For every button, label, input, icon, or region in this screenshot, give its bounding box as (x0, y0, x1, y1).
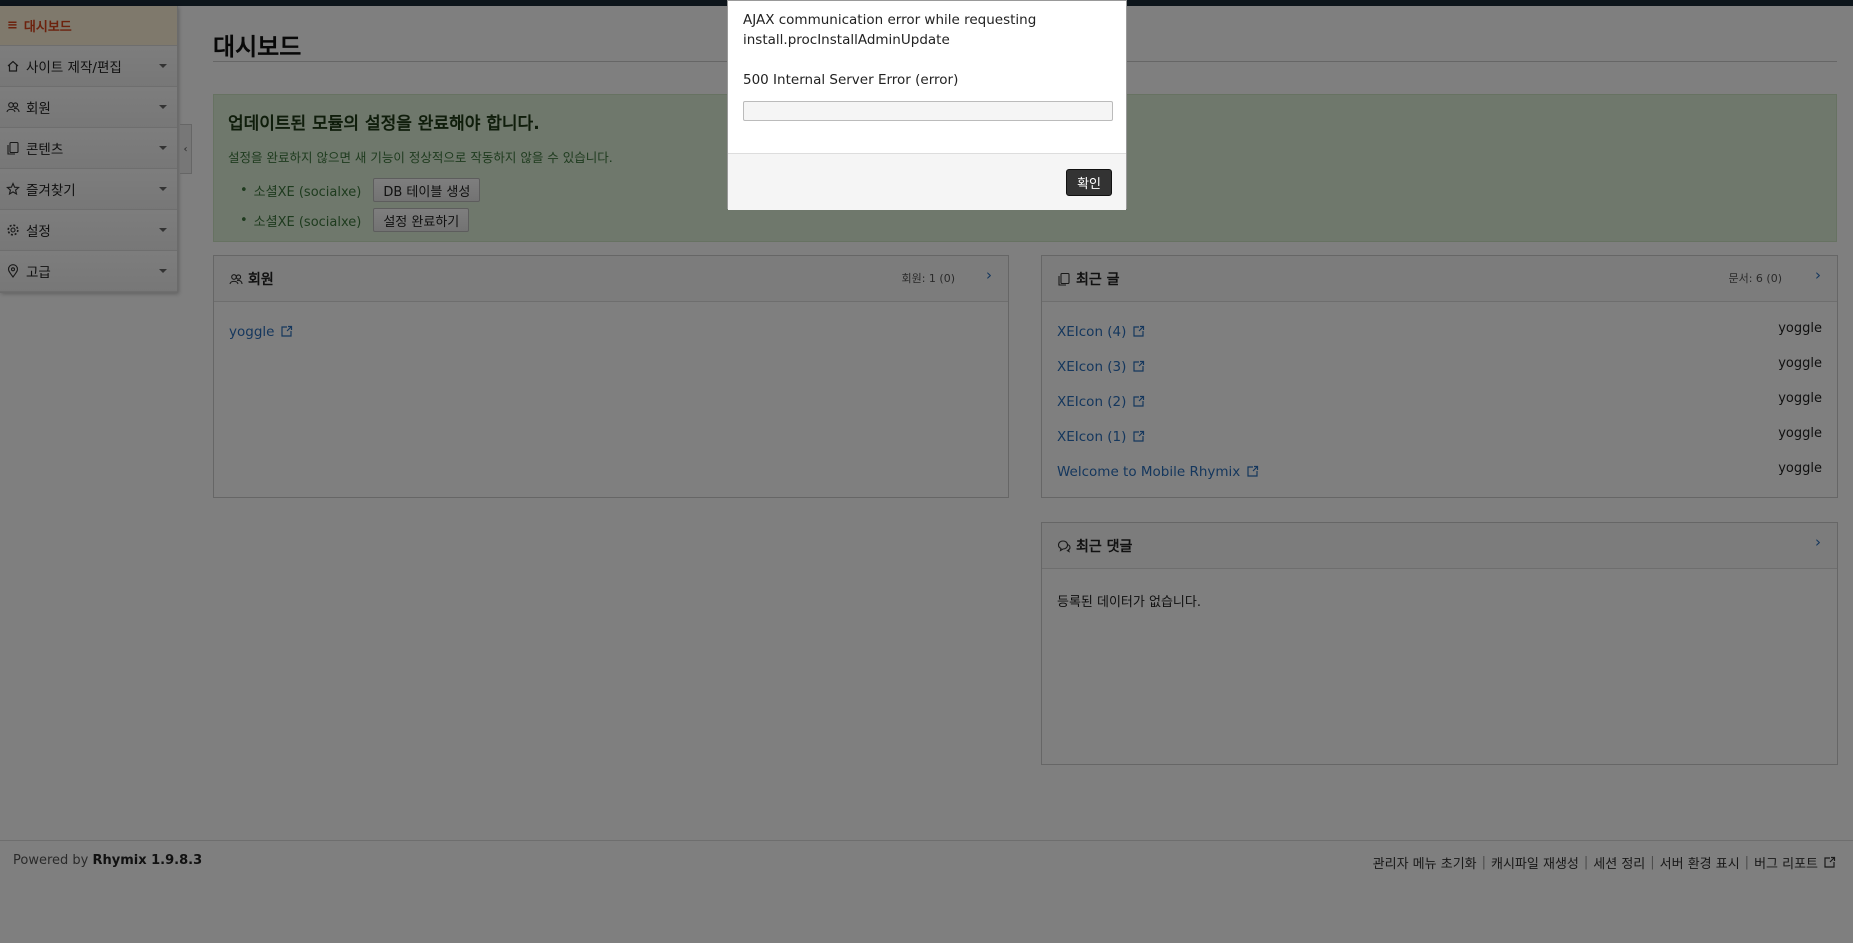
dialog-body: AJAX communication error while requestin… (728, 1, 1126, 153)
progress-bar (743, 101, 1113, 121)
error-dialog: AJAX communication error while requestin… (727, 0, 1127, 210)
confirm-button[interactable]: 확인 (1066, 169, 1112, 196)
error-message: AJAX communication error while requestin… (743, 12, 1037, 48)
dialog-footer: 확인 (728, 153, 1126, 210)
error-status: 500 Internal Server Error (error) (743, 72, 959, 88)
